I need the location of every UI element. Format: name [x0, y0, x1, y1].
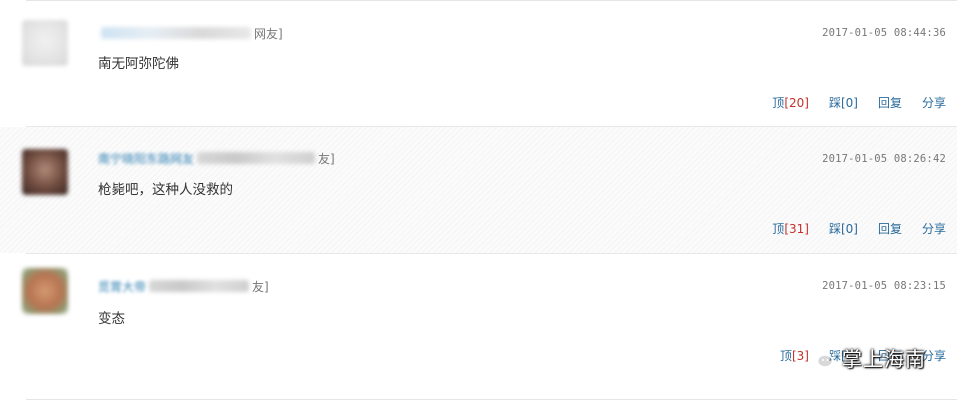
- comment-item: 南宁晓阳东路网友 友] 2017-01-05 08:26:42 枪毙吧，这种人没…: [0, 127, 957, 253]
- comment-actions: 顶[31] 踩[0] 回复 分享: [772, 220, 946, 237]
- comment-text: 南无阿弥陀佛: [98, 56, 179, 72]
- upvote-count: [31]: [784, 222, 809, 236]
- watermark-text: 掌上海南: [842, 347, 926, 371]
- username-blurred: [149, 280, 250, 292]
- comment-timestamp: 2017-01-05 08:23:15: [822, 280, 946, 292]
- avatar[interactable]: [22, 149, 68, 195]
- downvote-button[interactable]: 踩[0]: [829, 94, 858, 111]
- username-suffix: 友]: [252, 279, 269, 294]
- bottom-divider: [26, 399, 957, 400]
- comment-text: 变态: [98, 311, 125, 327]
- downvote-button[interactable]: 踩[0]: [829, 220, 858, 237]
- upvote-button[interactable]: 顶[31]: [772, 220, 809, 237]
- avatar[interactable]: [22, 20, 68, 66]
- upvote-button[interactable]: 顶[20]: [772, 94, 809, 111]
- upvote-count: [3]: [791, 349, 809, 363]
- comment-item: 网友] 2017-01-05 08:44:36 南无阿弥陀佛 顶[20] 踩[0…: [0, 1, 957, 126]
- username: 觅胃大帝: [98, 279, 147, 294]
- comment-timestamp: 2017-01-05 08:26:42: [822, 153, 946, 165]
- downvote-count: [0]: [840, 222, 858, 236]
- avatar[interactable]: [22, 268, 68, 314]
- comment-text: 枪毙吧，这种人没救的: [98, 182, 233, 198]
- reply-button[interactable]: 回复: [878, 220, 902, 237]
- downvote-count: [0]: [840, 96, 858, 110]
- share-button[interactable]: 分享: [922, 94, 946, 111]
- upvote-count: [20]: [784, 96, 809, 110]
- comment-actions: 顶[20] 踩[0] 回复 分享: [772, 94, 946, 111]
- comment-author[interactable]: 南宁晓阳东路网友 友]: [98, 150, 335, 166]
- username-suffix: 网友]: [254, 26, 283, 41]
- comment-author[interactable]: 网友]: [98, 25, 283, 41]
- comment-author[interactable]: 觅胃大帝 友]: [98, 278, 269, 294]
- reply-button[interactable]: 回复: [878, 94, 902, 111]
- watermark: 掌上海南: [808, 343, 926, 372]
- username: 南宁晓阳东路网友: [98, 151, 195, 166]
- username-blurred: [197, 152, 316, 164]
- username-suffix: 友]: [318, 151, 335, 166]
- comment-timestamp: 2017-01-05 08:44:36: [822, 27, 946, 39]
- username-blurred: [101, 27, 251, 39]
- comment-item: 觅胃大帝 友] 2017-01-05 08:23:15 变态 顶[3] 踩[0]…: [0, 254, 957, 400]
- upvote-button[interactable]: 顶[3]: [780, 347, 809, 364]
- wechat-icon: [808, 347, 834, 368]
- share-button[interactable]: 分享: [922, 220, 946, 237]
